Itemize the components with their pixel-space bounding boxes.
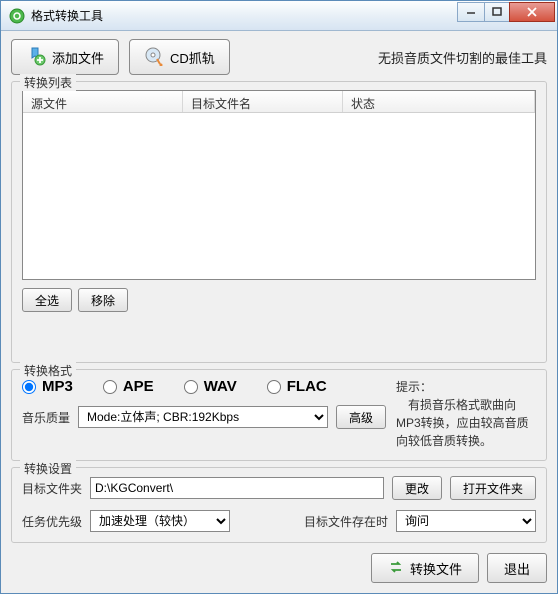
quality-select[interactable]: Mode:立体声; CBR:192Kbps xyxy=(78,406,328,428)
content-area: 添加文件 CD抓轨 无损音质文件切割的最佳工具 转换列表 源文件 目标文件名 状… xyxy=(1,31,557,593)
radio-ape[interactable]: APE xyxy=(103,378,154,395)
settings-group-title: 转换设置 xyxy=(20,460,76,477)
list-header: 源文件 目标文件名 状态 xyxy=(23,91,535,113)
format-group: 转换格式 MP3 APE WAV FLAC 音乐质量 Mode:立体声; CBR… xyxy=(11,369,547,461)
exit-button[interactable]: 退出 xyxy=(487,553,547,583)
window-title: 格式转换工具 xyxy=(31,7,458,24)
exists-label: 目标文件存在时 xyxy=(304,513,388,530)
col-source[interactable]: 源文件 xyxy=(23,91,183,112)
remove-button[interactable]: 移除 xyxy=(78,288,128,312)
hint-body: 有损音乐格式歌曲向MP3转换，应由较高音质向较低音质转换。 xyxy=(396,396,536,450)
priority-select[interactable]: 加速处理（较快） xyxy=(90,510,230,532)
titlebar[interactable]: 格式转换工具 xyxy=(1,1,557,31)
quality-label: 音乐质量 xyxy=(22,409,70,426)
radio-mp3[interactable]: MP3 xyxy=(22,378,73,395)
change-folder-button[interactable]: 更改 xyxy=(392,476,442,500)
conversion-list-group: 转换列表 源文件 目标文件名 状态 全选 移除 xyxy=(11,81,547,363)
col-target[interactable]: 目标文件名 xyxy=(183,91,343,112)
hint-title: 提示： xyxy=(396,378,536,396)
format-radios: MP3 APE WAV FLAC xyxy=(22,378,386,395)
select-all-button[interactable]: 全选 xyxy=(22,288,72,312)
cd-rip-label: CD抓轨 xyxy=(170,48,215,67)
target-folder-label: 目标文件夹 xyxy=(22,480,82,497)
target-folder-input[interactable] xyxy=(90,477,384,499)
file-list[interactable]: 源文件 目标文件名 状态 xyxy=(22,90,536,280)
radio-wav[interactable]: WAV xyxy=(184,378,237,395)
maximize-button[interactable] xyxy=(484,2,510,22)
priority-row: 任务优先级 加速处理（较快） 目标文件存在时 询问 xyxy=(22,510,536,532)
format-group-title: 转换格式 xyxy=(20,362,76,379)
convert-icon xyxy=(388,559,404,578)
target-folder-row: 目标文件夹 更改 打开文件夹 xyxy=(22,476,536,500)
window-controls xyxy=(458,2,557,22)
settings-group: 转换设置 目标文件夹 更改 打开文件夹 任务优先级 加速处理（较快） 目标文件存… xyxy=(11,467,547,543)
cd-rip-button[interactable]: CD抓轨 xyxy=(129,39,230,75)
open-folder-button[interactable]: 打开文件夹 xyxy=(450,476,536,500)
cd-icon xyxy=(144,46,164,69)
app-window: 格式转换工具 添加文件 CD抓轨 无损音质文件切割的最佳工具 xyxy=(0,0,558,594)
tagline: 无损音质文件切割的最佳工具 xyxy=(378,48,547,67)
add-file-button[interactable]: 添加文件 xyxy=(11,39,119,75)
list-group-title: 转换列表 xyxy=(20,74,76,91)
footer: 转换文件 退出 xyxy=(11,549,547,583)
col-status[interactable]: 状态 xyxy=(343,91,535,112)
close-button[interactable] xyxy=(509,2,555,22)
add-file-icon xyxy=(26,46,46,69)
advanced-button[interactable]: 高级 xyxy=(336,405,386,429)
hint-box: 提示： 有损音乐格式歌曲向MP3转换，应由较高音质向较低音质转换。 xyxy=(396,378,536,450)
convert-button[interactable]: 转换文件 xyxy=(371,553,479,583)
add-file-label: 添加文件 xyxy=(52,48,104,67)
convert-label: 转换文件 xyxy=(410,559,462,578)
minimize-button[interactable] xyxy=(457,2,485,22)
priority-label: 任务优先级 xyxy=(22,513,82,530)
exists-select[interactable]: 询问 xyxy=(396,510,536,532)
app-icon xyxy=(9,8,25,24)
list-controls: 全选 移除 xyxy=(22,288,536,312)
quality-row: 音乐质量 Mode:立体声; CBR:192Kbps 高级 xyxy=(22,405,386,429)
radio-flac[interactable]: FLAC xyxy=(267,378,327,395)
toolbar: 添加文件 CD抓轨 无损音质文件切割的最佳工具 xyxy=(11,39,547,75)
